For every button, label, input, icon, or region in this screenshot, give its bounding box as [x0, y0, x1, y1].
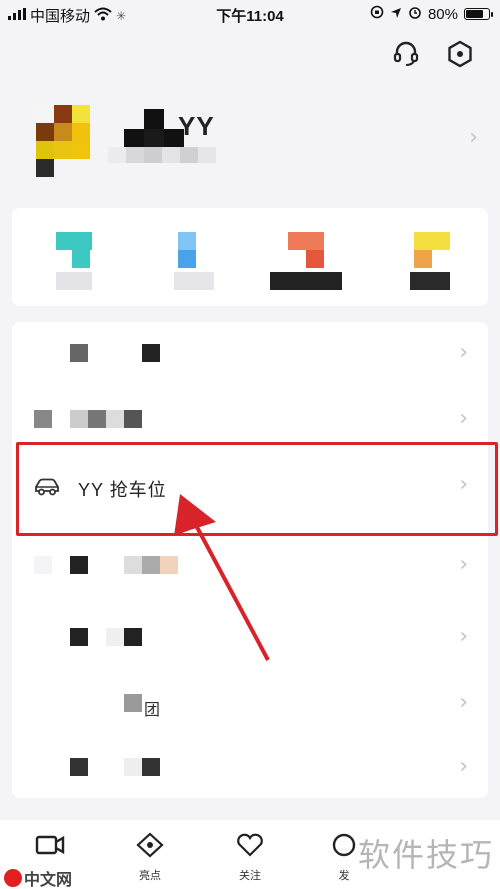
list-item[interactable]: 团 › [12, 672, 488, 738]
chevron-right-icon: › [459, 690, 468, 715]
battery-fill [466, 10, 483, 18]
customer-service-icon[interactable] [390, 38, 422, 70]
tab-label: 亮点 [139, 870, 161, 882]
list-item-suffix: 团 [144, 702, 161, 719]
user-id-mosaic [108, 147, 216, 163]
battery-icon [464, 8, 493, 20]
chevron-right-icon: › [459, 624, 468, 649]
lock-rotation-icon [370, 5, 384, 23]
publish-icon [329, 833, 359, 862]
list-item-label-mosaic [70, 344, 160, 362]
list-item-label-mosaic [124, 694, 142, 712]
shortcut-card [12, 208, 488, 306]
tab-highlights[interactable]: 亮点 [122, 832, 178, 883]
location-icon [390, 6, 402, 23]
list-item-label-mosaic [34, 628, 142, 646]
list-item-label-mosaic [70, 758, 160, 776]
list-item-label-mosaic [34, 556, 178, 574]
shortcut-item-2[interactable] [162, 232, 234, 290]
avatar[interactable] [36, 105, 90, 177]
battery-percent: 80% [427, 5, 458, 23]
shortcut-item-3[interactable] [270, 232, 342, 290]
chevron-right-icon: › [459, 552, 468, 577]
status-right: 80% [370, 5, 493, 23]
tab-label: 关注 [239, 870, 261, 882]
shortcut-item-1[interactable] [50, 232, 122, 290]
logo-badge-icon [4, 869, 22, 887]
shortcut-item-4[interactable] [410, 232, 482, 290]
username-mosaic [124, 109, 184, 149]
chevron-right-icon: › [459, 340, 468, 365]
list-item[interactable]: › [12, 606, 488, 672]
watermark-logo: 中文网 [4, 866, 72, 889]
watermark-text: 软件技巧 [357, 837, 494, 873]
list-item-label-mosaic [34, 410, 142, 428]
heart-icon [235, 833, 265, 862]
video-camera-icon [35, 835, 65, 862]
chevron-right-icon: › [459, 406, 468, 431]
settings-icon[interactable] [444, 38, 476, 70]
chevron-right-icon: › [459, 754, 468, 779]
list-item[interactable]: › [12, 322, 488, 388]
chevron-right-icon: › [469, 125, 478, 150]
username-suffix: YY [178, 111, 215, 141]
menu-list: › › YY 抢车位 › › › 团 › › [12, 322, 488, 798]
profile-header[interactable]: YY › [0, 95, 500, 185]
status-bar: 中国移动 ✳ 下午11:04 80% [0, 0, 500, 30]
list-item[interactable]: › [12, 534, 488, 600]
tab-video[interactable] [22, 832, 78, 867]
tab-following[interactable]: 关注 [222, 832, 278, 883]
watermark-logo-text: 中文网 [24, 872, 73, 889]
alarm-icon [408, 5, 422, 23]
header-actions [390, 38, 476, 70]
highlight-box [16, 442, 498, 536]
eye-icon [135, 832, 165, 862]
list-item[interactable]: › [12, 736, 488, 802]
